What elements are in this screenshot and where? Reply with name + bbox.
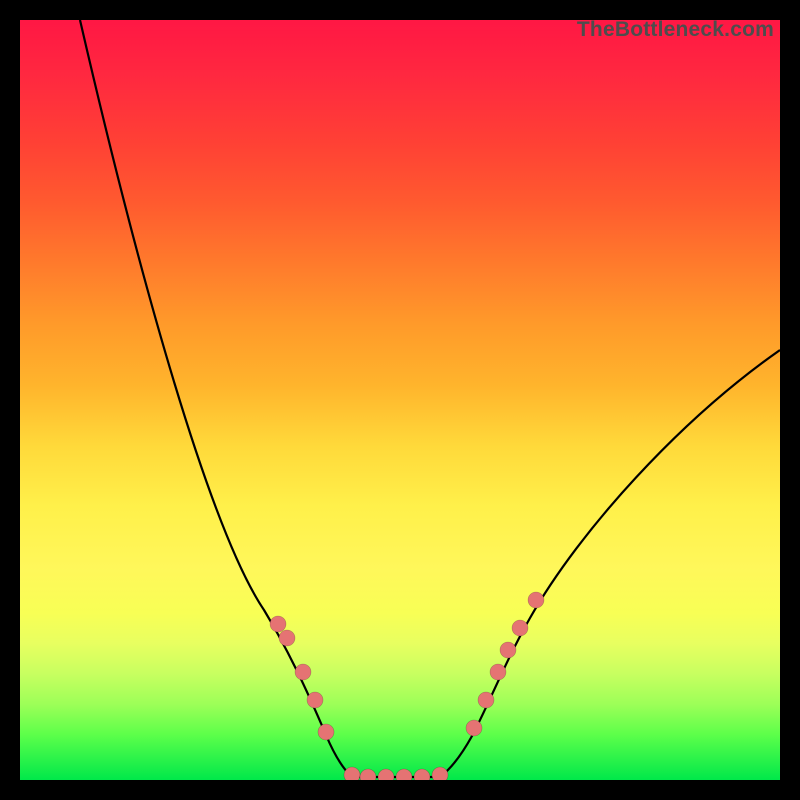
- curve-right-path: [440, 350, 780, 777]
- curve-dot: [478, 692, 494, 708]
- curve-dots: [270, 592, 544, 780]
- curve-dot: [432, 767, 448, 780]
- curve-dot: [378, 769, 394, 780]
- curve-dot: [414, 769, 430, 780]
- curve-dot: [490, 664, 506, 680]
- curve-dot: [279, 630, 295, 646]
- chart-frame: TheBottleneck.com: [0, 0, 800, 800]
- chart-plot-area: TheBottleneck.com: [20, 20, 780, 780]
- curve-dot: [270, 616, 286, 632]
- curve-dot: [512, 620, 528, 636]
- curve-dot: [528, 592, 544, 608]
- curve-dot: [396, 769, 412, 780]
- curve-dot: [360, 769, 376, 780]
- curve-left-path: [80, 20, 352, 777]
- curve-dot: [295, 664, 311, 680]
- curve-dot: [500, 642, 516, 658]
- watermark-text: TheBottleneck.com: [577, 18, 774, 42]
- curve-dot: [466, 720, 482, 736]
- curve-dot: [318, 724, 334, 740]
- bottleneck-curve: [20, 20, 780, 780]
- curve-dot: [307, 692, 323, 708]
- curve-dot: [344, 767, 360, 780]
